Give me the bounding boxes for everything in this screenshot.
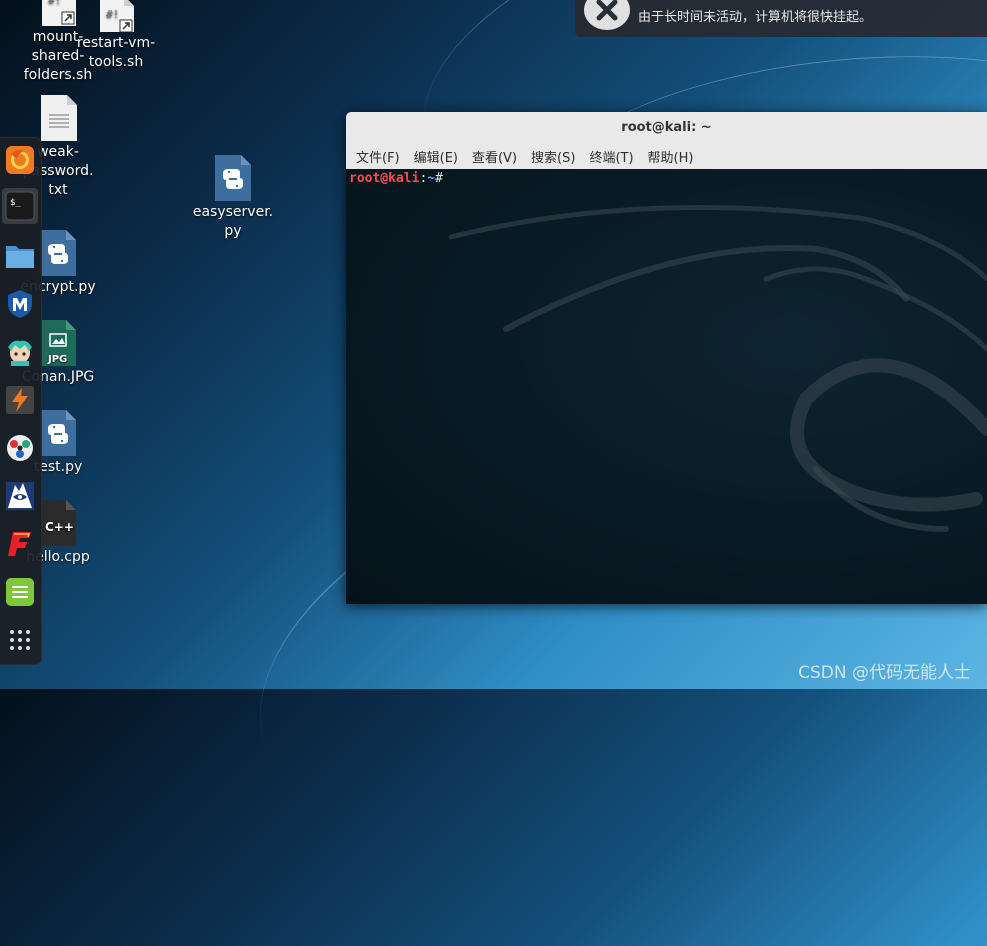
svg-text:JPG: JPG (47, 354, 67, 365)
menu-search[interactable]: 搜索(S) (524, 147, 582, 166)
suspend-notification[interactable]: 由于长时间未活动，计算机将很快挂起。 (575, 0, 987, 37)
burpsuite-icon (6, 386, 34, 414)
beef-icon (6, 482, 34, 510)
dock-firefox[interactable] (2, 142, 38, 178)
svg-text:$_: $_ (10, 198, 21, 208)
dock-terminal[interactable]: $_ (2, 188, 38, 224)
metasploit-icon (8, 290, 32, 318)
python-file-icon (215, 155, 251, 201)
dock-leafpad[interactable] (2, 574, 38, 610)
prompt-user: root@kali (349, 171, 420, 186)
terminal-output[interactable]: root@kali:~# (346, 169, 987, 604)
menu-view[interactable]: 查看(V) (465, 147, 524, 166)
prompt-path: ~ (427, 171, 436, 186)
armitage-icon (8, 340, 32, 366)
python-file-icon (40, 410, 76, 456)
dock-burpsuite[interactable] (2, 382, 38, 418)
dock-beef[interactable] (2, 478, 38, 514)
shell-script-icon: #! (100, 0, 134, 32)
terminal-menubar: 文件(F) 编辑(E) 查看(V) 搜索(S) 终端(T) 帮助(H) (346, 144, 987, 170)
image-file-icon: JPG (40, 320, 76, 366)
desktop-file-easyserver[interactable]: easyserver. py (190, 155, 276, 241)
cpp-file-icon: C++ (40, 500, 76, 546)
dock: $_ (0, 137, 42, 665)
kali-dragon-watermark (448, 204, 987, 532)
files-icon (6, 246, 34, 268)
dock-files[interactable] (2, 238, 38, 274)
menu-file[interactable]: 文件(F) (349, 147, 407, 166)
show-applications-icon (10, 630, 30, 650)
dock-maltego[interactable] (2, 430, 38, 466)
dock-armitage[interactable] (2, 334, 38, 370)
dock-show-applications[interactable] (2, 622, 38, 658)
svg-text:#!: #! (48, 0, 61, 7)
desktop-file-restart-vm-tools[interactable]: #! restart-vm- tools.sh (75, 0, 157, 72)
menu-edit[interactable]: 编辑(E) (407, 147, 465, 166)
file-label: restart-vm- tools.sh (76, 35, 156, 70)
terminal-titlebar[interactable]: root@kali: ~ (346, 112, 987, 144)
file-label: easyserver. py (192, 204, 274, 239)
maltego-icon (7, 435, 33, 461)
leafpad-icon (6, 578, 34, 606)
dock-faraday[interactable] (2, 526, 38, 562)
terminal-window[interactable]: root@kali: ~ 文件(F) 编辑(E) 查看(V) 搜索(S) 终端(… (346, 112, 987, 604)
sleep-warning-icon (583, 0, 631, 36)
notification-text: 由于长时间未活动，计算机将很快挂起。 (638, 10, 873, 25)
faraday-icon (8, 532, 31, 556)
svg-text:C++: C++ (45, 520, 74, 534)
svg-text:#!: #! (106, 8, 119, 21)
shell-prompt: root@kali:~# (349, 171, 443, 186)
shell-script-icon: #! (42, 0, 76, 26)
csdn-watermark: CSDN @代码无能人士 (798, 663, 971, 683)
terminal-title: root@kali: ~ (621, 120, 712, 135)
terminal-icon: $_ (5, 191, 35, 221)
desktop: { "notification": { "icon": "sleep-warni… (0, 0, 987, 946)
python-file-icon (40, 230, 76, 276)
dock-metasploit[interactable] (2, 286, 38, 322)
firefox-icon (6, 146, 34, 174)
text-file-icon (41, 95, 77, 141)
menu-terminal[interactable]: 终端(T) (582, 147, 640, 166)
prompt-symbol: # (435, 171, 443, 186)
menu-help[interactable]: 帮助(H) (641, 147, 701, 166)
